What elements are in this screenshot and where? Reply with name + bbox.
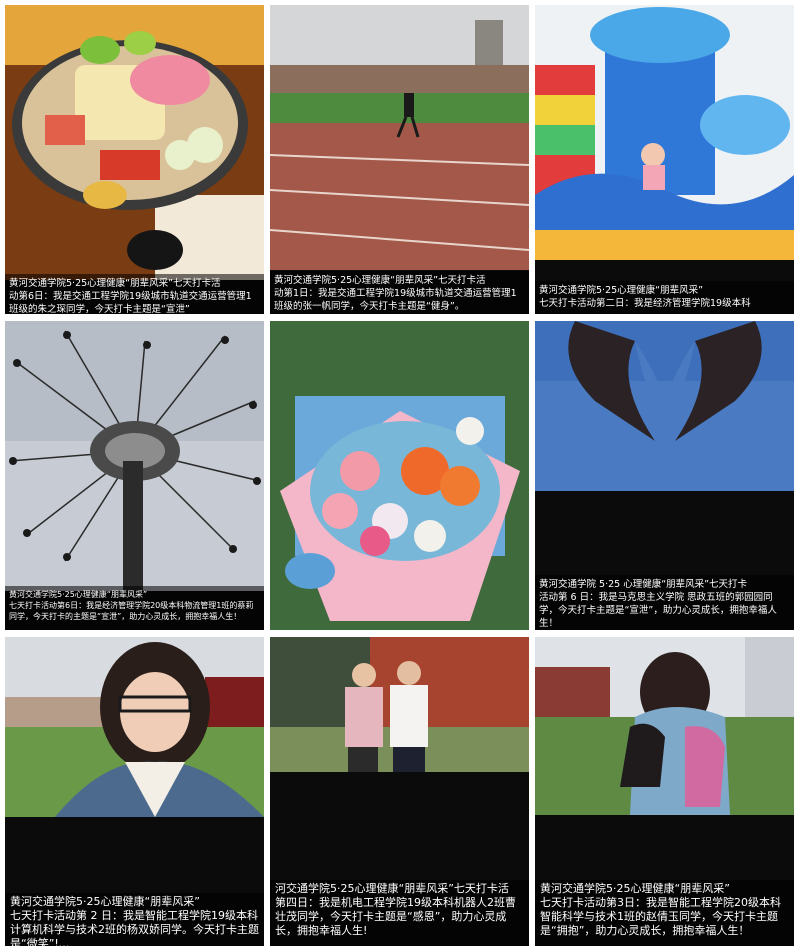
post-tile-swing-ride[interactable]: 黄河交通学院5·25心理健康“朋辈风采” 七天打卡活动第6日：我是经济管理学院2…: [5, 321, 264, 630]
inflatable-castle-photo: [535, 5, 794, 260]
caption-title: 黄河交通学院5·25心理健康“朋辈风采”: [540, 882, 730, 895]
caption-body: 七天打卡活动第3日：我是智能工程学院20级本科智能科学与技术1班的赵倩玉同学，今…: [540, 896, 781, 937]
post-caption: 黄河交通学院5·25心理健康“朋辈风采”七天打卡活 动第6日：我是交通工程学院1…: [5, 274, 264, 314]
post-tile-hotpot[interactable]: 黄河交通学院5·25心理健康“朋辈风采”七天打卡活 动第6日：我是交通工程学院1…: [5, 5, 264, 314]
post-caption: 黄河交通学院 5·25 心理健康“朋辈风采”七天打卡 活动第 6 日：我是马克思…: [535, 575, 794, 630]
flower-bouquet-photo: [270, 321, 529, 630]
post-caption: 黄河交通学院5·25心理健康“朋辈风采” 七天打卡活动第 2 日：我是智能工程学…: [5, 893, 264, 946]
post-tile-inflatable[interactable]: 黄河交通学院5·25心理健康“朋辈风采” 七天打卡活动第二日：我是经济管理学院1…: [535, 5, 794, 314]
post-caption: 黄河交通学院5·25心理健康“朋辈风采” 七天打卡活动第3日：我是智能工程学院2…: [535, 880, 794, 946]
post-tile-hug[interactable]: 黄河交通学院5·25心理健康“朋辈风采” 七天打卡活动第3日：我是智能工程学院2…: [535, 637, 794, 946]
portrait-girl-photo: [5, 637, 264, 817]
caption-body: 七天打卡活动第6日：我是经济管理学院20级本科物流管理1班的蔡莉同学，今天打卡的…: [9, 601, 254, 621]
post-caption: 河交通学院5·25心理健康“朋辈风采”七天打卡活 第四日：我是机电工程学院19级…: [270, 880, 529, 946]
post-tile-two-men[interactable]: 河交通学院5·25心理健康“朋辈风采”七天打卡活 第四日：我是机电工程学院19级…: [270, 637, 529, 946]
caption-body: 七天打卡活动第二日：我是经济管理学院19级本科: [539, 298, 751, 309]
photo-grid: 黄河交通学院5·25心理健康“朋辈风采”七天打卡活 动第6日：我是交通工程学院1…: [5, 5, 795, 946]
caption-title: 黄河交通学院5·25心理健康“朋辈风采”: [10, 895, 200, 908]
post-tile-portrait[interactable]: 黄河交通学院5·25心理健康“朋辈风采” 七天打卡活动第 2 日：我是智能工程学…: [5, 637, 264, 946]
caption-title: 黄河交通学院5·25心理健康“朋辈风采”七天打卡活: [274, 275, 486, 286]
caption-body: 动第1日：我是交通工程学院19级城市轨道交通运营管理1班级的张一帆同学，今天打卡…: [274, 288, 517, 312]
caption-title: 黄河交通学院5·25心理健康“朋辈风采”七天打卡活: [9, 278, 221, 289]
heart-hands-photo: [535, 321, 794, 491]
caption-title: 黄河交通学院5·25心理健康“朋辈风采”: [539, 285, 703, 296]
caption-body: 活动第 6 日：我是马克思主义学院 思政五班的郭园园同学，今天打卡主题是“宣泄”…: [539, 592, 777, 629]
post-caption: 黄河交通学院5·25心理健康“朋辈风采” 七天打卡活动第二日：我是经济管理学院1…: [535, 281, 794, 314]
hug-photo: [535, 637, 794, 815]
post-tile-flowers[interactable]: [270, 321, 529, 630]
post-caption: 黄河交通学院5·25心理健康“朋辈风采” 七天打卡活动第6日：我是经济管理学院2…: [5, 586, 264, 630]
caption-title: 黄河交通学院5·25心理健康“朋辈风采”: [9, 590, 148, 599]
post-tile-running[interactable]: 黄河交通学院5·25心理健康“朋辈风采”七天打卡活 动第1日：我是交通工程学院1…: [270, 5, 529, 314]
caption-title: 河交通学院5·25心理健康“朋辈风采”七天打卡活: [275, 882, 509, 895]
post-caption: 黄河交通学院5·25心理健康“朋辈风采”七天打卡活 动第1日：我是交通工程学院1…: [270, 271, 529, 314]
hotpot-photo: [5, 5, 264, 280]
caption-title: 黄河交通学院 5·25 心理健康“朋辈风采”七天打卡: [539, 579, 748, 590]
caption-body: 第四日：我是机电工程学院19级本科机器人2班曹壮茂同学，今天打卡主题是“感恩”，…: [275, 896, 516, 937]
two-men-photo: [270, 637, 529, 772]
swing-ride-photo: [5, 321, 264, 591]
running-track-photo: [270, 5, 529, 270]
caption-body: 动第6日：我是交通工程学院19级城市轨道交通运营管理1班级的朱之琛同学，今天打卡…: [9, 291, 252, 314]
post-tile-heart-hands[interactable]: 黄河交通学院 5·25 心理健康“朋辈风采”七天打卡 活动第 6 日：我是马克思…: [535, 321, 794, 630]
caption-body: 七天打卡活动第 2 日：我是智能工程学院19级本科计算机科学与技术2班的杨双娇同…: [10, 909, 259, 946]
